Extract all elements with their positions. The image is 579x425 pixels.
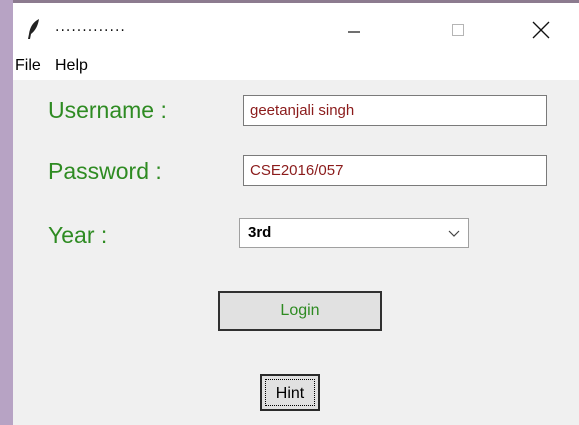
year-label: Year :: [48, 222, 108, 248]
close-icon: [532, 21, 550, 39]
year-select-value: 3rd: [248, 224, 272, 241]
feather-icon: [28, 19, 39, 39]
username-label: Username :: [48, 97, 167, 123]
year-select[interactable]: 3rd: [239, 218, 469, 248]
username-field[interactable]: geetanjali singh: [243, 95, 547, 126]
app-window: ............. File Help Username : geeta…: [13, 0, 579, 425]
hint-button-label: Hint: [265, 379, 315, 406]
menu-file[interactable]: File: [15, 57, 41, 75]
menu-help[interactable]: Help: [55, 57, 88, 75]
menu-bar: File Help: [13, 53, 579, 80]
minimize-icon: [348, 31, 360, 33]
title-bar[interactable]: .............: [13, 3, 579, 53]
close-button[interactable]: [518, 11, 564, 47]
password-label: Password :: [48, 158, 162, 184]
chevron-down-icon: [448, 230, 460, 237]
minimize-button[interactable]: [331, 11, 377, 47]
login-button[interactable]: Login: [218, 291, 382, 331]
password-field[interactable]: CSE2016/057: [243, 155, 547, 186]
window-title: .............: [55, 19, 126, 35]
maximize-icon: [452, 24, 464, 36]
login-form: Username : geetanjali singh Password : C…: [13, 80, 579, 425]
maximize-button[interactable]: [435, 11, 481, 47]
hint-button[interactable]: Hint: [260, 374, 320, 411]
